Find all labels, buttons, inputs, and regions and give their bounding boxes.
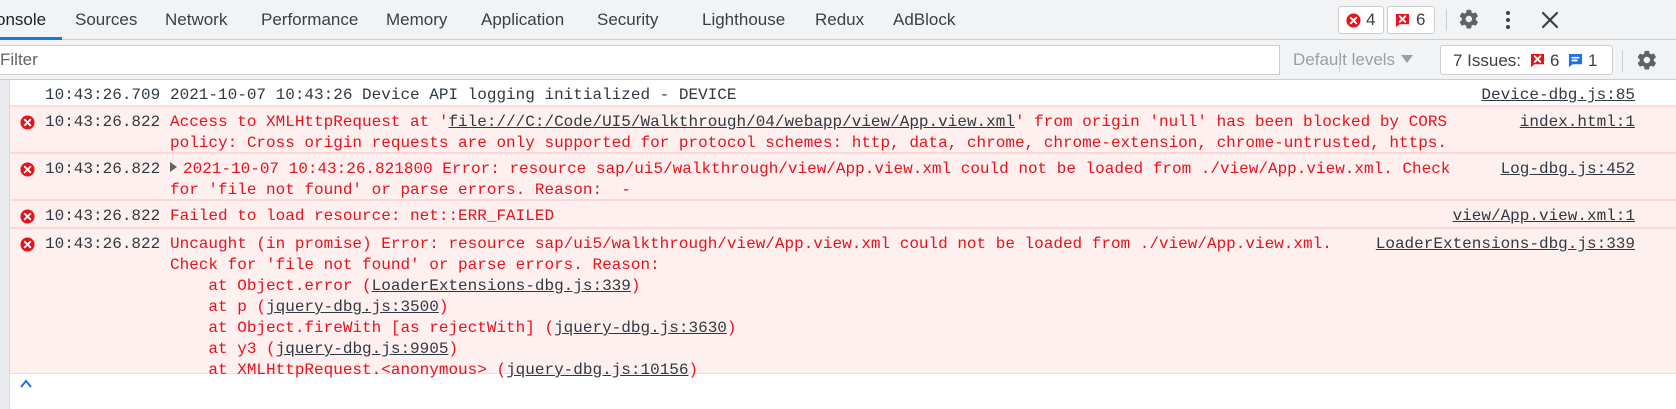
issue-count: 6 <box>1416 10 1426 29</box>
stack-frame-text: ) <box>630 277 641 295</box>
error-circle-icon <box>20 162 35 177</box>
default-levels-dropdown[interactable]: Default levels <box>1293 40 1414 80</box>
message-text-part: ' from origin 'null' has been blocked by… <box>1014 113 1448 131</box>
error-circle-icon <box>20 237 35 252</box>
tab-memory[interactable]: Memory <box>386 0 447 40</box>
console-message-error: 10:43:26.822 Access to XMLHttpRequest at… <box>10 106 1676 153</box>
issue-error-count: 6 <box>1550 51 1560 70</box>
stack-frame-text: ) <box>438 298 449 316</box>
console-message-info: 10:43:26.709 2021-10-07 10:43:26 Device … <box>10 80 1676 106</box>
issue-info-icon <box>1568 53 1583 68</box>
stack-frame-text: at Object.error ( <box>170 277 372 295</box>
close-icon[interactable] <box>1540 10 1560 30</box>
expand-triangle-icon[interactable] <box>170 162 177 172</box>
tab-lighthouse[interactable]: Lighthouse <box>702 0 785 40</box>
message-text-line: 2021-10-07 10:43:26.821800 Error: resour… <box>183 160 1451 178</box>
stack-frame-link[interactable]: LoaderExtensions-dbg.js:339 <box>372 277 631 295</box>
stack-frame: at Object.fireWith [as rejectWith] (jque… <box>170 319 737 337</box>
tab-application[interactable]: Application <box>481 0 564 40</box>
stack-frame-text: at Object.fireWith [as rejectWith] ( <box>170 319 555 337</box>
message-source-link[interactable]: index.html:1 <box>1520 112 1635 133</box>
message-timestamp: 10:43:26.822 <box>45 160 161 178</box>
stack-frame-text: ) <box>688 361 699 379</box>
message-text: 2021-10-07 10:43:26 Device API logging i… <box>170 86 737 104</box>
stack-frame-text: at y3 ( <box>170 340 276 358</box>
message-timestamp: 10:43:26.709 <box>45 86 161 104</box>
message-text: Uncaught (in promise) Error: resource sa… <box>170 234 1332 381</box>
stack-frame-text: ) <box>448 340 459 358</box>
console-message-error: 10:43:26.822 Uncaught (in promise) Error… <box>10 228 1676 379</box>
filter-divider <box>1339 50 1340 72</box>
message-text-line: policy: Cross origin requests are only s… <box>170 134 1448 152</box>
message-text: Failed to load resource: net::ERR_FAILED <box>170 207 555 225</box>
more-vertical-icon[interactable] <box>1498 9 1518 31</box>
message-text-line: Uncaught (in promise) Error: resource sa… <box>170 235 1332 253</box>
console-output: 10:43:26.709 2021-10-07 10:43:26 Device … <box>0 80 1676 409</box>
stack-frame-text: at XMLHttpRequest.<anonymous> ( <box>170 361 507 379</box>
message-source-link[interactable]: view/App.view.xml:1 <box>1453 206 1635 227</box>
message-text-line: Check for 'file not found' or parse erro… <box>170 256 660 274</box>
issues-button[interactable]: 7 Issues: 6 1 <box>1440 45 1613 75</box>
message-text-line: for 'file not found' or parse errors. Re… <box>170 181 631 199</box>
stack-frame: at p (jquery-dbg.js:3500) <box>170 298 448 316</box>
filter-divider-right <box>1622 50 1623 72</box>
console-message-error: 10:43:26.822 Failed to load resource: ne… <box>10 200 1676 228</box>
tab-network[interactable]: Network <box>165 0 227 40</box>
console-message-error: 10:43:26.822 2021-10-07 10:43:26.821800 … <box>10 153 1676 200</box>
tab-redux[interactable]: Redux <box>815 0 864 40</box>
message-timestamp: 10:43:26.822 <box>45 207 161 225</box>
message-timestamp: 10:43:26.822 <box>45 235 161 253</box>
stack-frame: at XMLHttpRequest.<anonymous> (jquery-db… <box>170 361 698 379</box>
console-filter-bar: Default levels 7 Issues: 6 1 <box>0 40 1676 80</box>
tab-adblock[interactable]: AdBlock <box>893 0 955 40</box>
message-text: 2021-10-07 10:43:26.821800 Error: resour… <box>170 159 1450 201</box>
message-source-link[interactable]: Device-dbg.js:85 <box>1481 85 1635 106</box>
error-circle-icon <box>20 115 35 130</box>
tab-console[interactable]: onsole <box>0 0 46 40</box>
devtools-tab-bar: onsole Sources Network Performance Memor… <box>0 0 1676 40</box>
console-prompt-chevron-icon[interactable] <box>18 378 34 388</box>
issue-count-button[interactable]: 6 <box>1387 6 1435 34</box>
stack-frame-link[interactable]: jquery-dbg.js:3500 <box>266 298 439 316</box>
message-timestamp: 10:43:26.822 <box>45 113 161 131</box>
message-file-link[interactable]: file:///C:/Code/UI5/Walkthrough/04/webap… <box>448 113 1015 131</box>
error-count-button[interactable]: 4 <box>1338 6 1384 34</box>
chevron-down-icon <box>1401 55 1414 63</box>
error-square-icon <box>1395 13 1410 28</box>
tab-security[interactable]: Security <box>597 0 658 40</box>
error-count: 4 <box>1366 10 1376 29</box>
settings-gear-icon[interactable] <box>1458 8 1480 30</box>
filter-input[interactable] <box>0 45 1280 75</box>
issues-label: 7 Issues: <box>1453 51 1522 70</box>
stack-frame-text: ) <box>726 319 737 337</box>
tab-sources[interactable]: Sources <box>75 0 137 40</box>
stack-frame: at y3 (jquery-dbg.js:9905) <box>170 340 458 358</box>
stack-frame-text: at p ( <box>170 298 267 316</box>
console-settings-gear-icon[interactable] <box>1636 49 1658 71</box>
issue-error-icon <box>1530 53 1545 68</box>
error-circle-icon <box>1346 13 1361 28</box>
message-text-part: Access to XMLHttpRequest at ' <box>170 113 449 131</box>
message-text: Access to XMLHttpRequest at 'file:///C:/… <box>170 112 1447 154</box>
error-circle-icon <box>20 209 35 224</box>
message-source-link[interactable]: LoaderExtensions-dbg.js:339 <box>1376 234 1635 255</box>
message-source-link[interactable]: Log-dbg.js:452 <box>1501 159 1635 180</box>
stack-frame: at Object.error (LoaderExtensions-dbg.js… <box>170 277 641 295</box>
tab-performance[interactable]: Performance <box>261 0 358 40</box>
default-levels-label: Default levels <box>1293 50 1396 69</box>
stack-frame-link[interactable]: jquery-dbg.js:9905 <box>276 340 449 358</box>
stack-frame-link[interactable]: jquery-dbg.js:10156 <box>506 361 688 379</box>
stack-frame-link[interactable]: jquery-dbg.js:3630 <box>554 319 727 337</box>
issue-info-count: 1 <box>1588 51 1598 70</box>
console-gutter <box>0 80 10 409</box>
toolbar-divider <box>1446 9 1447 31</box>
